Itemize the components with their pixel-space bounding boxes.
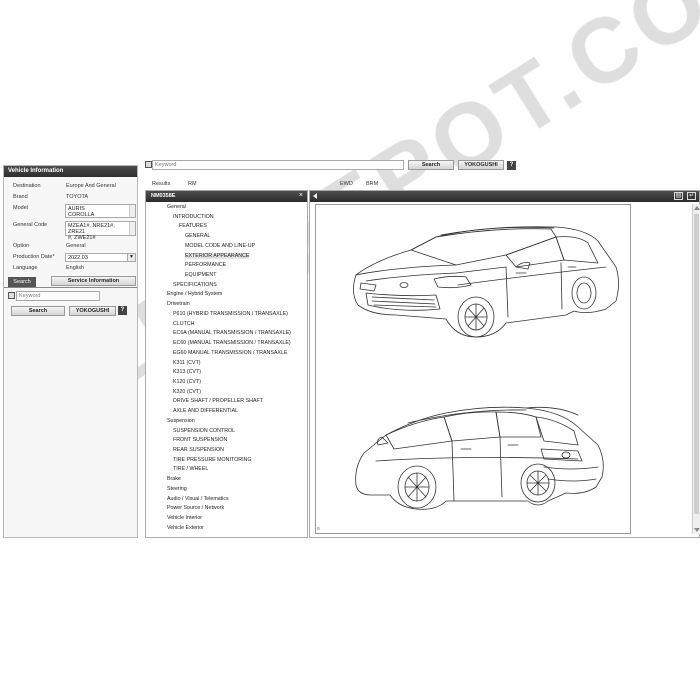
listbox-scrollbar[interactable] [129,205,135,217]
general-code-line[interactable]: #, ZWE21# [68,235,133,241]
top-search-button[interactable]: Search [408,160,454,170]
keyword-input[interactable] [16,291,100,301]
production-date-row: Production Date* 2022.03 ▼ [10,253,136,263]
tree-item[interactable]: PERFORMANCE [185,262,226,268]
destination-row: Destination Europe And General [10,182,136,192]
tree-item[interactable]: AXLE AND DIFFERENTIAL [173,408,238,414]
chevron-down-icon[interactable]: ▼ [127,254,135,261]
tree-item[interactable]: TIRE PRESSURE MONITORING [173,457,251,463]
top-yokogushi-button[interactable]: YOKOGUSHI [458,160,504,170]
brand-value: TOYOTA [66,194,89,200]
top-keyword-input[interactable] [152,160,404,170]
service-information-button[interactable]: Service Information [51,276,136,286]
tree-item[interactable]: MODEL CODE AND LINE-UP [185,243,255,249]
scroll-up-icon[interactable] [694,206,700,210]
tree-item[interactable]: REAR SUSPENSION [173,447,224,453]
production-date-label: Production Date* [13,254,55,260]
listbox-scrollbar[interactable] [129,222,135,235]
tree-item[interactable]: CLUTCH [173,321,194,327]
tree-item[interactable]: SPECIFICATIONS [173,282,217,288]
help-icon[interactable]: ? [118,306,127,315]
tree-item[interactable]: EG60 MANUAL TRANSMISSION / TRANSAXLE [173,350,287,356]
option-row: Option General [10,242,136,252]
viewer-header: ▤ ↵ [310,191,699,202]
language-value: English [66,265,85,271]
tree-item[interactable]: FRONT SUSPENSION [173,437,227,443]
divider [4,287,137,288]
close-icon[interactable]: × [299,192,303,199]
tree-item[interactable]: EC60 (MANUAL TRANSMISSION / TRANSAXLE) [173,340,291,346]
production-date-select[interactable]: 2022.03 ▼ [65,253,136,262]
option-label: Option [13,243,30,249]
results-label: Results [152,181,171,187]
general-code-listbox[interactable]: MZEA1#, NRE21#, ZRE21 #, ZWE21# [65,221,136,241]
tree-item[interactable]: General [167,204,186,210]
collapse-arrow-icon[interactable] [313,193,317,199]
tree-item[interactable]: EQUIPMENT [185,272,217,278]
general-code-line[interactable]: MZEA1#, NRE21#, ZRE21 [68,223,133,235]
model-listbox[interactable]: AURIS COROLLA [65,204,136,218]
help-icon[interactable]: ? [507,161,516,170]
document-viewer-panel: ▤ ↵ ≡ [309,190,700,538]
brand-label: Brand [13,194,28,200]
tree-item[interactable]: Drivetrain [167,301,190,307]
tree-header-title: NM0358E [151,193,176,199]
model-label: Model [13,205,28,211]
tree-item[interactable]: INTRODUCTION [173,214,214,220]
language-label: Language [13,265,38,271]
tree-item[interactable]: Vehicle Exterior [167,525,204,531]
ewd-tab[interactable]: EWD [340,181,353,187]
front-view-car [353,226,619,338]
tree-item[interactable]: Vehicle Interior [167,515,202,521]
model-row: Model AURIS COROLLA [10,204,136,218]
keyword-icon [8,292,15,299]
tree-item[interactable]: K311 (CVT) [173,360,201,366]
search-button[interactable]: Search [11,306,65,316]
tree-item[interactable]: Audio / Visual / Telematics [167,496,229,502]
tree-header: NM0358E × [146,191,307,202]
general-code-row: General Code MZEA1#, NRE21#, ZRE21 #, ZW… [10,221,136,241]
brm-tab[interactable]: BRM [366,181,378,187]
brand-row: Brand TOYOTA [10,193,136,203]
tree-item[interactable]: GENERAL [185,233,210,239]
document-page: ≡ [315,204,631,534]
rear-view-car [355,406,604,510]
vehicle-information-panel: Vehicle Information Destination Europe A… [3,165,138,538]
tree-item[interactable]: TIRE / WHEEL [173,466,208,472]
tree-item[interactable]: K320 (CVT) [173,389,201,395]
vehicle-information-title: Vehicle Information [4,166,137,177]
yokogushi-button[interactable]: YOKOGUSHI [69,306,116,316]
keyword-icon [145,161,152,168]
print-icon[interactable]: ▤ [674,192,683,200]
car-illustration [353,226,619,510]
model-option[interactable]: COROLLA [68,212,133,218]
vertical-scrollbar[interactable] [692,204,700,534]
tree-item[interactable]: P610 (HYBRID TRANSMISSION / TRANSAXLE) [173,311,288,317]
tree-item[interactable]: Suspension [167,418,195,424]
tree-item[interactable]: FEATURES [179,223,207,229]
scroll-down-icon[interactable] [694,528,700,532]
navigation-tree-panel: NM0358E × General INTRODUCTION FEATURES GEN… [145,190,308,538]
tree-item[interactable]: Power Source / Network [167,505,224,511]
tree-item[interactable]: K120 (CVT) [173,379,201,385]
search-tab[interactable]: Search [8,277,36,287]
scrollbar-thumb[interactable] [694,214,699,514]
tree-item[interactable]: DRIVE SHAFT / PROPELLER SHAFT [173,398,263,404]
tree-item[interactable]: SUSPENSION CONTROL [173,428,235,434]
tree-item[interactable]: Brake [167,476,181,482]
general-code-label: General Code [13,222,48,228]
tree-item[interactable]: EC6A (MANUAL TRANSMISSION / TRANSAXLE) [173,330,291,336]
tree-item[interactable]: EXTERIOR APPEARANCE [185,252,250,259]
page-marker: ≡ [317,526,320,532]
tree-item[interactable]: K313 (CVT) [173,369,201,375]
language-row: Language English [10,264,136,274]
production-date-value: 2022.03 [68,255,88,261]
return-icon[interactable]: ↵ [687,192,696,200]
rm-tab[interactable]: RM [188,181,197,187]
tree-item[interactable]: Steering [167,486,187,492]
tree-item[interactable]: Engine / Hybrid System [167,291,222,297]
option-value: General [66,243,86,249]
destination-value: Europe And General [66,183,116,189]
destination-label: Destination [13,183,41,189]
